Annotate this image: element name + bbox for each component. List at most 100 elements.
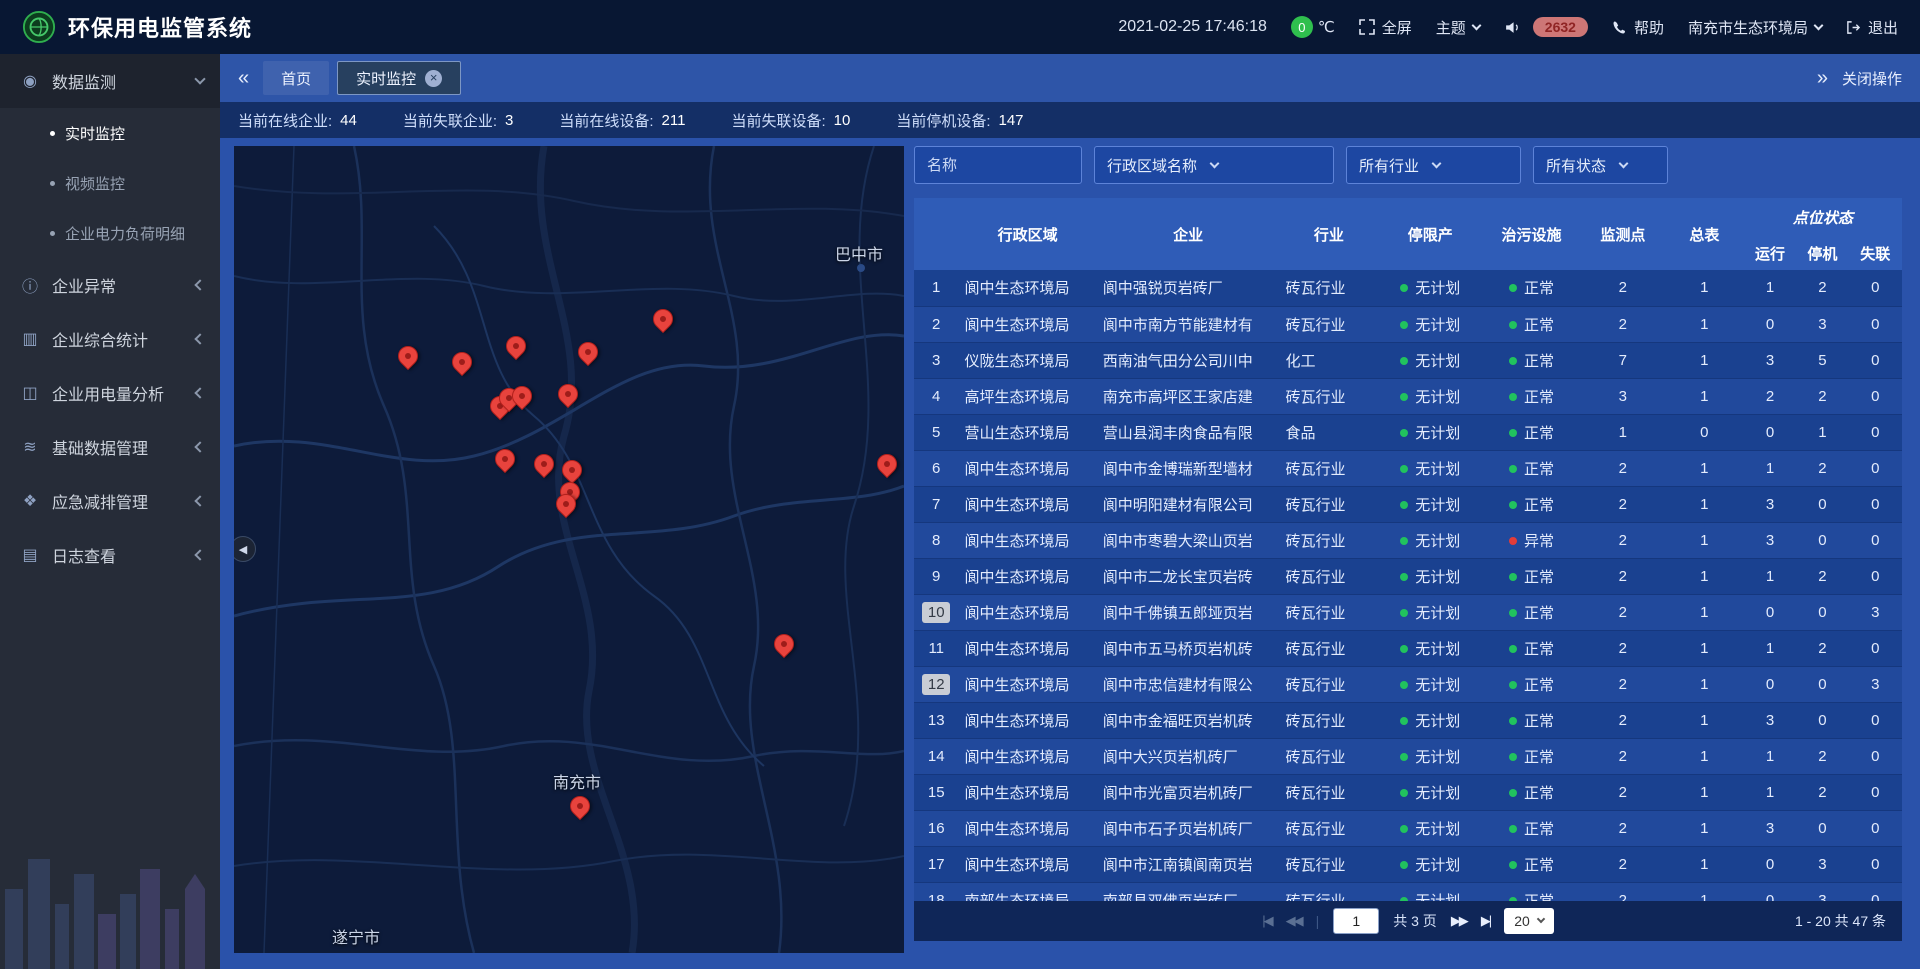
table-row[interactable]: 13阆中生态环境局阆中市金福旺页岩机砖砖瓦行业无计划正常21300 xyxy=(914,702,1902,738)
map-pin[interactable] xyxy=(398,346,420,368)
notification-count-badge[interactable]: 2632 xyxy=(1533,17,1588,37)
cell-lost: 0 xyxy=(1849,486,1902,522)
close-operations-button[interactable]: 关闭操作 xyxy=(1842,68,1902,89)
table-row[interactable]: 7阆中生态环境局阆中明阳建材有限公司砖瓦行业无计划正常21300 xyxy=(914,486,1902,522)
prev-page-button[interactable]: ◀◀ xyxy=(1286,913,1302,929)
map-pin[interactable] xyxy=(653,309,675,331)
cell-region: 阆中生态环境局 xyxy=(958,270,1096,306)
tab-home[interactable]: 首页 xyxy=(263,61,329,95)
table-row[interactable]: 3仪陇生态环境局西南油气田分公司川中化工无计划正常71350 xyxy=(914,342,1902,378)
table-row[interactable]: 15阆中生态环境局阆中市光富页岩机砖厂砖瓦行业无计划正常21120 xyxy=(914,774,1902,810)
sidebar-item-power-usage-analysis[interactable]: ◫企业用电量分析 xyxy=(0,366,220,420)
table-row[interactable]: 16阆中生态环境局阆中市石子页岩机砖厂砖瓦行业无计划正常21300 xyxy=(914,810,1902,846)
cell-company: 阆中市江南镇阆南页岩 xyxy=(1097,846,1280,882)
map-pin[interactable] xyxy=(774,634,796,656)
table-row[interactable]: 1阆中生态环境局阆中强锐页岩砖厂砖瓦行业无计划正常21120 xyxy=(914,270,1902,306)
map-city-label: 遂宁市 xyxy=(332,924,380,948)
cell-monitor-points: 2 xyxy=(1581,630,1665,666)
map-pin[interactable] xyxy=(506,336,528,358)
table-row[interactable]: 11阆中生态环境局阆中市五马桥页岩机砖砖瓦行业无计划正常21120 xyxy=(914,630,1902,666)
map-pin[interactable] xyxy=(534,454,556,476)
status-select[interactable]: 所有状态 xyxy=(1533,146,1668,184)
map-pin[interactable] xyxy=(562,460,584,482)
sidebar-subitem-power-load-detail[interactable]: 企业电力负荷明细 xyxy=(0,208,220,258)
cell-row-number: 16 xyxy=(914,810,958,846)
status-dot-icon xyxy=(1509,861,1517,869)
cell-row-number: 8 xyxy=(914,522,958,558)
region-select[interactable]: 行政区域名称 xyxy=(1094,146,1334,184)
cell-lost: 0 xyxy=(1849,846,1902,882)
map[interactable]: ◀ 巴中市南充市遂宁市 xyxy=(234,146,904,953)
top-header-bar: 环保用电监管系统 2021-02-25 17:46:18 0 ℃ 全屏 主题 2… xyxy=(0,0,1920,54)
scroll-tabs-left-icon[interactable]: « xyxy=(238,67,249,90)
table-row[interactable]: 12阆中生态环境局阆中市忠信建材有限公砖瓦行业无计划正常21003 xyxy=(914,666,1902,702)
name-search-input[interactable] xyxy=(914,146,1082,184)
sidebar-menu: ◉数据监测实时监控视频监控企业电力负荷明细ⓘ企业异常▥企业综合统计◫企业用电量分… xyxy=(0,54,220,582)
cell-stopped: 2 xyxy=(1796,450,1848,486)
scroll-tabs-right-icon[interactable]: » xyxy=(1817,67,1828,90)
map-city-label: 南充市 xyxy=(553,769,601,793)
table-row[interactable]: 6阆中生态环境局阆中市金博瑞新型墙材砖瓦行业无计划正常21120 xyxy=(914,450,1902,486)
help-button[interactable]: 帮助 xyxy=(1612,17,1664,38)
cell-running: 3 xyxy=(1744,810,1796,846)
sidebar-subitem-video-monitoring[interactable]: 视频监控 xyxy=(0,158,220,208)
chevron-down-icon xyxy=(1210,158,1220,168)
page-size-select[interactable]: 20 xyxy=(1504,908,1554,934)
table-row[interactable]: 10阆中生态环境局阆中千佛镇五郎垭页岩砖瓦行业无计划正常21003 xyxy=(914,594,1902,630)
table-row[interactable]: 5营山生态环境局营山县润丰肉食品有限食品无计划正常10010 xyxy=(914,414,1902,450)
cell-row-number: 9 xyxy=(914,558,958,594)
org-dropdown[interactable]: 南充市生态环境局 xyxy=(1688,17,1822,38)
fullscreen-button[interactable]: 全屏 xyxy=(1359,17,1412,38)
sidebar-item-log-view[interactable]: ▤日志查看 xyxy=(0,528,220,582)
tab-realtime[interactable]: 实时监控× xyxy=(337,61,461,95)
map-pin[interactable] xyxy=(877,454,899,476)
pin-icon xyxy=(873,450,901,478)
sidebar-item-data-monitoring[interactable]: ◉数据监测 xyxy=(0,54,220,108)
map-pin[interactable] xyxy=(578,342,600,364)
theme-dropdown[interactable]: 主题 xyxy=(1436,17,1480,38)
chevron-left-icon xyxy=(194,279,205,290)
map-pin[interactable] xyxy=(512,386,534,408)
table-row[interactable]: 18南部生态环境局南部县双佛页岩砖厂砖瓦行业无计划正常21030 xyxy=(914,882,1902,901)
stats-bar: 当前在线企业:44当前失联企业:3当前在线设备:211当前失联设备:10当前停机… xyxy=(220,102,1920,138)
table-row[interactable]: 8阆中生态环境局阆中市枣碧大梁山页岩砖瓦行业无计划异常21300 xyxy=(914,522,1902,558)
theme-label: 主题 xyxy=(1436,17,1466,38)
phone-icon xyxy=(1612,20,1627,35)
logout-button[interactable]: 退出 xyxy=(1846,17,1898,38)
last-page-button[interactable]: ▶| xyxy=(1481,913,1490,929)
next-page-button[interactable]: ▶▶ xyxy=(1451,913,1467,929)
map-pin[interactable] xyxy=(556,494,578,516)
map-pin[interactable] xyxy=(452,352,474,374)
header-point-status-group: 点位状态 xyxy=(1744,198,1902,236)
table-row[interactable]: 17阆中生态环境局阆中市江南镇阆南页岩砖瓦行业无计划正常21030 xyxy=(914,846,1902,882)
page-number-input[interactable] xyxy=(1333,908,1379,934)
cell-monitor-points: 3 xyxy=(1581,378,1665,414)
cell-running: 3 xyxy=(1744,342,1796,378)
announcement-button[interactable] xyxy=(1504,19,1521,36)
sidebar-item-base-data-management[interactable]: ≋基础数据管理 xyxy=(0,420,220,474)
map-pin[interactable] xyxy=(495,449,517,471)
cell-company: 阆中强锐页岩砖厂 xyxy=(1097,270,1280,306)
sidebar-item-company-abnormal[interactable]: ⓘ企业异常 xyxy=(0,258,220,312)
close-tab-icon[interactable]: × xyxy=(425,70,442,87)
cell-row-number: 15 xyxy=(914,774,958,810)
cell-running: 0 xyxy=(1744,882,1796,901)
temperature-value: 0 xyxy=(1291,16,1313,38)
table-row[interactable]: 4高坪生态环境局南充市高坪区王家店建砖瓦行业无计划正常31220 xyxy=(914,378,1902,414)
table-row[interactable]: 9阆中生态环境局阆中市二龙长宝页岩砖砖瓦行业无计划正常21120 xyxy=(914,558,1902,594)
table-row[interactable]: 2阆中生态环境局阆中市南方节能建材有砖瓦行业无计划正常21030 xyxy=(914,306,1902,342)
sidebar-subitem-realtime-monitoring[interactable]: 实时监控 xyxy=(0,108,220,158)
cell-limit-production: 无计划 xyxy=(1378,810,1482,846)
cell-running: 3 xyxy=(1744,486,1796,522)
first-page-button[interactable]: |◀ xyxy=(1262,913,1271,929)
sidebar-item-emergency-reduction[interactable]: ❖应急减排管理 xyxy=(0,474,220,528)
industry-select[interactable]: 所有行业 xyxy=(1346,146,1521,184)
table-row[interactable]: 14阆中生态环境局阆中大兴页岩机砖厂砖瓦行业无计划正常21120 xyxy=(914,738,1902,774)
cell-limit-production: 无计划 xyxy=(1378,378,1482,414)
sidebar-item-company-statistics[interactable]: ▥企业综合统计 xyxy=(0,312,220,366)
map-pin[interactable] xyxy=(570,796,592,818)
pin-icon xyxy=(552,490,580,518)
cell-company: 阆中市五马桥页岩机砖 xyxy=(1097,630,1280,666)
map-pin[interactable] xyxy=(558,384,580,406)
pin-icon xyxy=(508,382,536,410)
